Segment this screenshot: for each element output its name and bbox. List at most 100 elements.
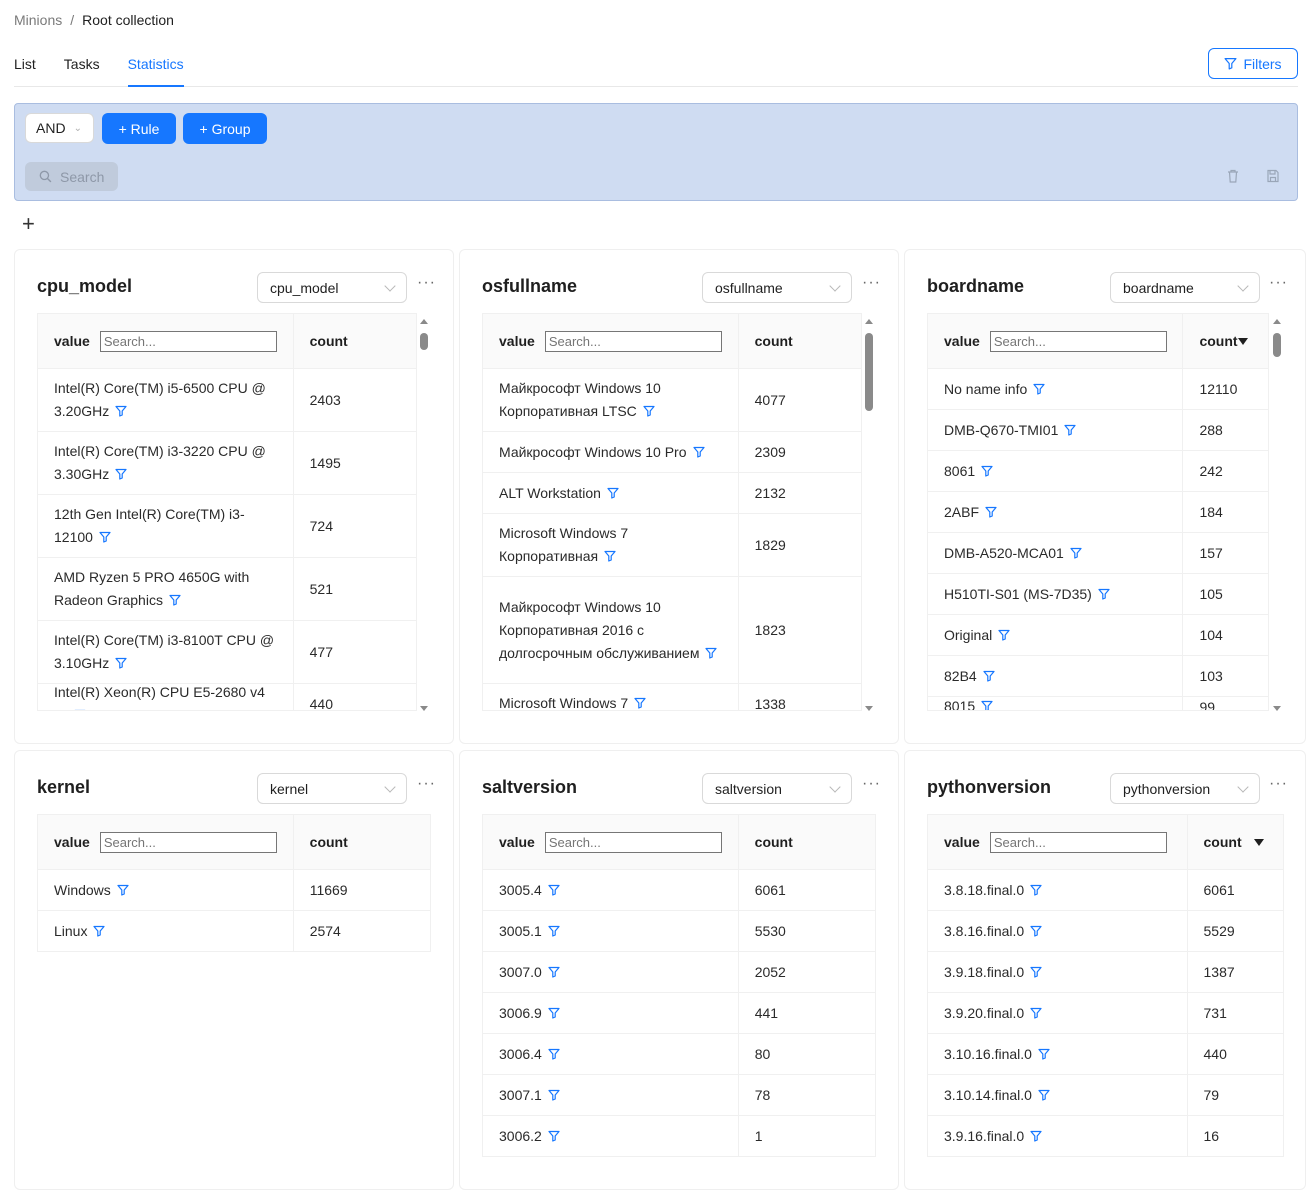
scroll-thumb[interactable] [420,333,428,350]
sort-desc-icon[interactable] [1238,338,1249,345]
scroll-up-icon[interactable] [420,319,428,324]
row-value-text: ALT Workstation [499,484,601,501]
scroll-down-icon[interactable] [420,706,428,711]
value-search-input[interactable] [99,330,277,352]
value-search-input[interactable] [989,831,1167,853]
count-column-header[interactable]: count [739,815,875,869]
row-value: 3.9.18.final.0 [928,952,1188,992]
add-widget-button[interactable]: + [22,213,35,235]
value-search-input[interactable] [99,831,277,853]
filter-icon[interactable] [604,550,616,562]
scroll-up-icon[interactable] [1273,319,1281,324]
value-column-header: value [483,815,739,869]
count-column-header[interactable]: count [1183,314,1268,368]
filter-icon[interactable] [985,506,997,518]
add-rule-button[interactable]: + Rule [102,113,176,144]
row-value-text: 12th Gen Intel(R) Core(TM) i3-12100 [54,506,245,545]
filter-icon[interactable] [115,468,127,480]
filter-icon [1224,58,1237,70]
filter-icon[interactable] [692,446,705,458]
filter-icon[interactable] [643,405,655,417]
filter-icon[interactable] [548,966,560,978]
count-column-header[interactable]: count [739,314,861,368]
trash-icon[interactable] [1226,168,1240,184]
tab-list[interactable]: List [14,48,36,87]
field-select[interactable]: saltversion [702,773,852,804]
filter-icon[interactable] [981,465,993,477]
field-select[interactable]: cpu_model [257,272,407,303]
filter-icon[interactable] [115,657,127,669]
filter-icon[interactable] [548,1048,560,1060]
filter-icon[interactable] [1033,383,1045,395]
row-value: 3.9.20.final.0 [928,993,1188,1033]
row-count: 5530 [754,923,786,939]
filter-icon[interactable] [1030,1130,1042,1142]
count-column-header[interactable]: count [1188,815,1284,869]
tab-statistics[interactable]: Statistics [127,48,184,87]
filter-icon[interactable] [548,925,560,937]
filter-icon[interactable] [1038,1089,1050,1101]
field-select[interactable]: pythonversion [1110,773,1260,804]
row-count: 1 [754,1128,763,1144]
query-search-label: Search [60,168,105,185]
filters-button[interactable]: Filters [1208,48,1298,79]
more-options-icon[interactable]: ··· [417,775,436,793]
field-select[interactable]: boardname [1110,272,1260,303]
filter-icon[interactable] [705,647,718,659]
filter-icon[interactable] [607,487,619,499]
scroll-thumb[interactable] [865,333,873,411]
filter-icon[interactable] [983,670,995,682]
breadcrumb-minions[interactable]: Minions [14,12,62,28]
filter-icon[interactable] [1038,1048,1050,1060]
filter-icon[interactable] [1098,588,1110,600]
filter-icon[interactable] [548,884,560,896]
filter-icon[interactable] [548,1089,560,1101]
combinator-select[interactable]: AND ⌄ [25,113,94,143]
table-scrollbar[interactable] [865,319,875,711]
field-select[interactable]: osfullname [702,272,852,303]
filter-icon[interactable] [93,925,106,937]
filter-icon[interactable] [1030,966,1042,978]
filter-icon[interactable] [1030,884,1042,896]
scroll-thumb[interactable] [1273,333,1281,357]
filter-icon[interactable] [74,709,86,712]
save-icon[interactable] [1266,168,1280,184]
table-scrollbar[interactable] [1273,319,1283,711]
scroll-down-icon[interactable] [865,706,873,711]
more-options-icon[interactable]: ··· [1269,775,1288,793]
scroll-up-icon[interactable] [865,319,873,324]
more-options-icon[interactable]: ··· [862,775,881,793]
filter-icon[interactable] [1070,547,1082,559]
filter-icon[interactable] [99,531,111,543]
filter-icon[interactable] [115,405,127,417]
table-row: DMB-A520-MCA01 157 [928,533,1268,574]
filter-icon[interactable] [117,884,129,896]
filter-icon[interactable] [1064,424,1076,436]
stats-table: value count Майкрософт Windows 10 Корпор… [482,313,862,711]
value-search-input[interactable] [989,330,1167,352]
stats-table: value count No name info 12110 DMB-Q670-… [927,313,1269,711]
row-count: 440 [1203,1046,1227,1062]
filter-icon[interactable] [548,1130,560,1142]
filter-icon[interactable] [548,1007,560,1019]
filter-icon[interactable] [981,700,993,711]
filter-icon[interactable] [634,697,646,709]
scroll-down-icon[interactable] [1273,706,1281,711]
value-search-input[interactable] [544,831,722,853]
count-column-header[interactable]: count [294,815,430,869]
more-options-icon[interactable]: ··· [417,274,436,292]
add-group-button[interactable]: + Group [183,113,267,144]
more-options-icon[interactable]: ··· [1269,274,1288,292]
filter-icon[interactable] [1030,1007,1042,1019]
more-options-icon[interactable]: ··· [862,274,881,292]
sort-desc-icon[interactable] [1253,839,1264,846]
table-scrollbar[interactable] [420,319,430,711]
filter-icon[interactable] [1030,925,1042,937]
field-select[interactable]: kernel [257,773,407,804]
filter-icon[interactable] [169,594,181,606]
count-column-header[interactable]: count [294,314,416,368]
value-header-label: value [499,333,535,349]
value-search-input[interactable] [544,330,722,352]
filter-icon[interactable] [998,629,1010,641]
tab-tasks[interactable]: Tasks [64,48,100,87]
